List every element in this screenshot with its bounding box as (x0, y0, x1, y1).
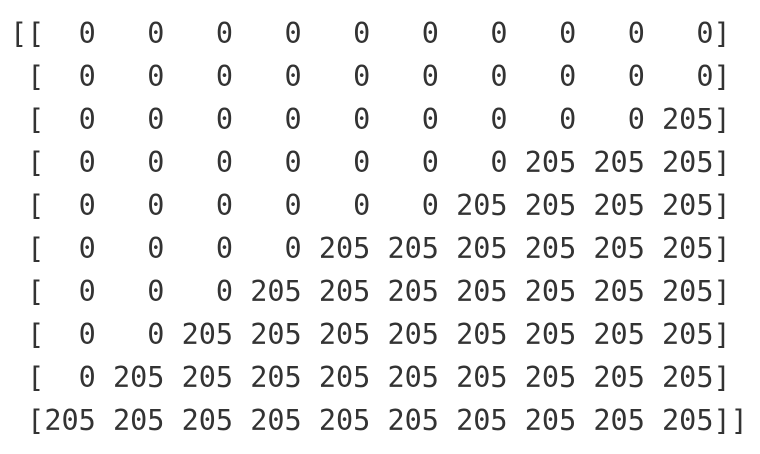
array-row-9: [ 0 205 205 205 205 205 205 205 205 205] (10, 361, 731, 394)
array-row-4: [ 0 0 0 0 0 0 0 205 205 205] (10, 146, 731, 179)
array-row-8: [ 0 0 205 205 205 205 205 205 205 205] (10, 318, 731, 351)
array-row-2: [ 0 0 0 0 0 0 0 0 0 0] (10, 60, 731, 93)
array-row-6: [ 0 0 0 0 205 205 205 205 205 205] (10, 232, 731, 265)
array-row-5: [ 0 0 0 0 0 0 205 205 205 205] (10, 189, 731, 222)
array-row-10: [205 205 205 205 205 205 205 205 205 205… (10, 404, 748, 437)
array-output: [[ 0 0 0 0 0 0 0 0 0 0] [ 0 0 0 0 0 0 0 … (10, 12, 748, 442)
array-row-7: [ 0 0 0 205 205 205 205 205 205 205] (10, 275, 731, 308)
array-row-3: [ 0 0 0 0 0 0 0 0 0 205] (10, 103, 731, 136)
array-row-1: [[ 0 0 0 0 0 0 0 0 0 0] (10, 17, 731, 50)
